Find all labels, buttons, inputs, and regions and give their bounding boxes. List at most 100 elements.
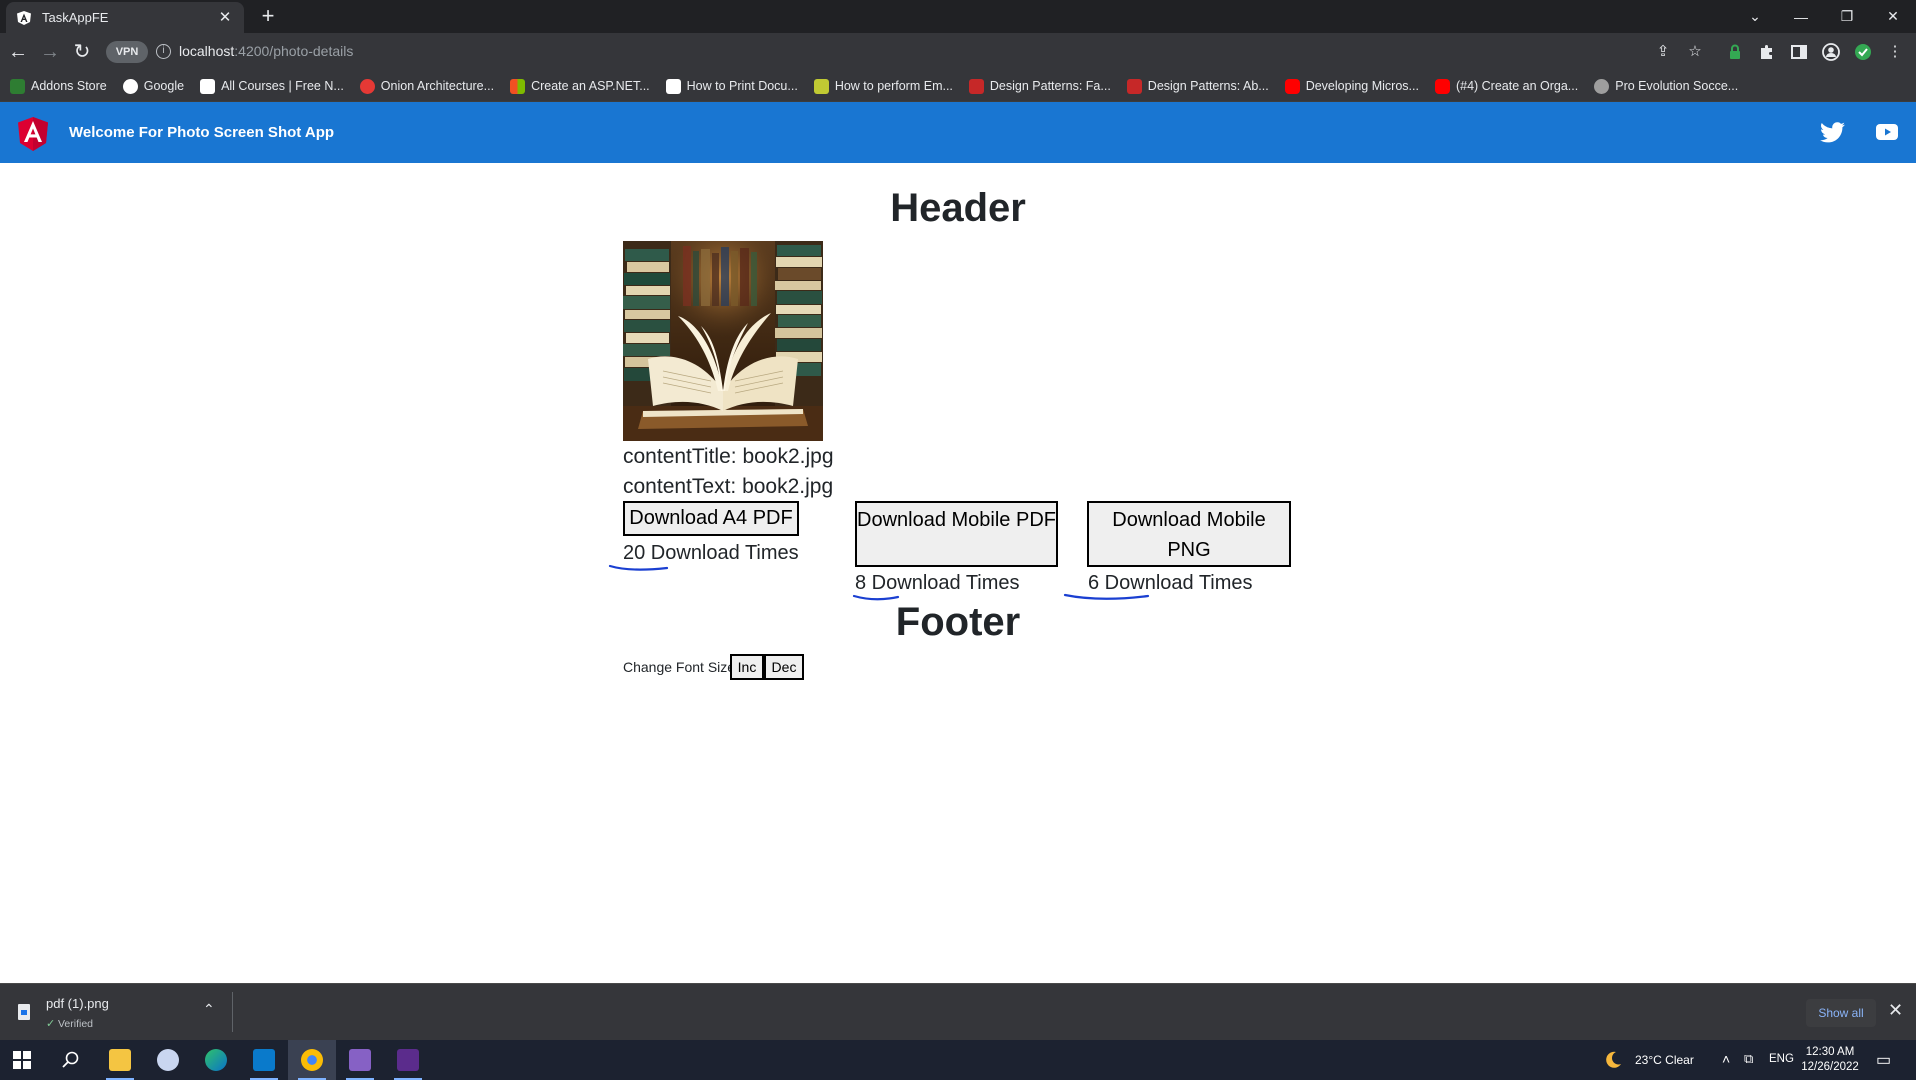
angular-logo-icon [17,117,49,151]
bookmarks-bar: Addons Store Google All Courses | Free N… [0,71,1916,102]
minimize-icon[interactable]: — [1778,9,1824,25]
page-header: Header [890,186,1026,230]
vpn-badge[interactable]: VPN [106,41,148,63]
google-icon [122,78,138,94]
notifications-icon[interactable]: ▭ [1876,1050,1891,1070]
shelf-divider [232,992,233,1032]
mobile-pdf-download-count: 8 Download Times [855,572,1020,594]
tab-title: TaskAppFE [42,10,109,25]
new-tab-button[interactable]: + [256,5,280,29]
extensions-puzzle-icon[interactable] [1757,42,1777,62]
bookmark-item[interactable]: How to Print Docu... [665,78,798,94]
page-footer: Footer [895,600,1021,644]
file-explorer-button[interactable] [96,1040,144,1080]
network-icon[interactable]: ⧉ [1744,1051,1753,1067]
bookmark-favicon-icon [10,78,25,94]
download-mobile-pdf-button[interactable]: Download Mobile PDF [855,501,1058,567]
bookmark-star-icon[interactable]: ☆ [1685,42,1705,62]
font-size-label: Change Font Size [623,659,736,675]
window-close-icon[interactable]: ✕ [1870,8,1916,25]
paint-app-button[interactable] [144,1040,192,1080]
share-icon[interactable]: ⇪ [1653,42,1673,62]
bookmark-item[interactable]: (#4) Create an Orga... [1434,78,1578,94]
bookmark-item[interactable]: How to perform Em... [813,78,953,94]
bookmark-favicon-icon [968,78,984,94]
browser-tab[interactable]: TaskAppFE ✕ [6,2,244,33]
file-icon [18,1004,30,1020]
tray-chevron-up-icon[interactable]: ˄ [1722,1051,1730,1067]
underline-mobile-pdf-count [852,594,900,601]
show-all-button[interactable]: Show all [1806,999,1876,1027]
edge-icon [205,1049,227,1071]
terminal-button[interactable] [384,1040,432,1080]
folder-icon [109,1049,131,1071]
a4-pdf-download-count: 20 Download Times [623,542,799,564]
windows-logo-icon [13,1051,31,1069]
bookmark-item[interactable]: Design Patterns: Ab... [1126,78,1269,94]
back-arrow-icon[interactable]: ← [6,40,30,64]
font-decrease-button[interactable]: Dec [764,654,804,680]
extension-lock-icon[interactable] [1725,42,1745,62]
bookmark-item[interactable]: All Courses | Free N... [200,78,344,94]
vscode-button[interactable] [240,1040,288,1080]
underline-mobile-png-count [1063,593,1150,600]
download-status: Verified [58,1018,94,1030]
terminal-icon [397,1049,419,1071]
weather-text[interactable]: 23°C Clear [1635,1053,1694,1067]
edge-button[interactable] [192,1040,240,1080]
clock-time: 12:30 AM [1805,1046,1855,1058]
download-filename[interactable]: pdf (1).png [46,996,109,1011]
address-bar[interactable]: localhost:4200/photo-details [179,43,353,59]
shield-check-icon[interactable] [1853,42,1873,62]
browser-tab-strip: TaskAppFE ✕ + ⌄ — ❐ ✕ [0,0,1916,33]
bookmark-item[interactable]: Onion Architecture... [359,78,494,94]
visual-studio-button[interactable] [336,1040,384,1080]
search-button[interactable] [48,1040,96,1080]
browser-menu-icon[interactable]: ⋮ [1885,42,1905,62]
chevron-up-icon[interactable]: ⌃ [203,1001,215,1018]
forward-arrow-icon[interactable]: → [38,40,62,64]
chrome-button[interactable] [288,1040,336,1080]
search-icon [62,1051,79,1068]
app-navbar: Welcome For Photo Screen Shot App [0,102,1916,163]
youtube-favicon-icon [1434,78,1450,94]
bookmark-item[interactable]: Create an ASP.NET... [510,78,650,94]
youtube-icon[interactable] [1876,124,1898,140]
font-increase-button[interactable]: Inc [730,654,764,680]
onion-icon [359,78,375,94]
book-photo [623,241,823,441]
download-mobile-png-button[interactable]: Download Mobile PNG [1087,501,1291,567]
bookmark-favicon-icon [813,78,829,94]
side-panel-icon[interactable] [1789,42,1809,62]
twitter-icon[interactable] [1820,122,1845,143]
microsoft-icon [510,78,526,94]
youtube-favicon-icon [1284,78,1300,94]
shelf-close-icon[interactable]: ✕ [1888,1000,1903,1021]
language-indicator[interactable]: ENG [1769,1053,1794,1065]
download-shelf: pdf (1).png ✓ Verified ⌃ Show all ✕ [0,983,1916,1040]
tab-close-icon[interactable]: ✕ [216,9,234,27]
app-title: Welcome For Photo Screen Shot App [69,124,335,141]
site-info-icon[interactable]: i [156,44,171,59]
content-text: contentText: book2.jpg [623,475,834,498]
bookmark-item[interactable]: Developing Micros... [1284,78,1419,94]
vscode-icon [253,1049,275,1071]
chrome-icon [301,1049,323,1071]
url-host: localhost [179,43,235,59]
underline-a4-count [608,564,669,571]
taskbar-clock[interactable]: 12:30 AM 12/26/2022 [1798,1045,1862,1075]
profile-icon[interactable] [1821,42,1841,62]
reload-icon[interactable]: ↻ [70,40,94,64]
bookmark-item[interactable]: Google [122,78,184,94]
mobile-png-download-count: 6 Download Times [1088,572,1253,594]
bookmark-item[interactable]: Pro Evolution Socce... [1594,78,1738,94]
restore-icon[interactable]: ❐ [1824,8,1870,25]
bookmark-favicon-icon [1126,78,1142,94]
moon-weather-icon[interactable] [1603,1050,1623,1070]
download-a4-pdf-button[interactable]: Download A4 PDF [623,501,799,536]
bookmark-item[interactable]: Addons Store [10,78,107,94]
start-button[interactable] [0,1040,48,1080]
browser-toolbar: ← → ↻ VPN i localhost:4200/photo-details… [0,33,1916,71]
tab-search-icon[interactable]: ⌄ [1732,8,1778,25]
bookmark-item[interactable]: Design Patterns: Fa... [968,78,1111,94]
